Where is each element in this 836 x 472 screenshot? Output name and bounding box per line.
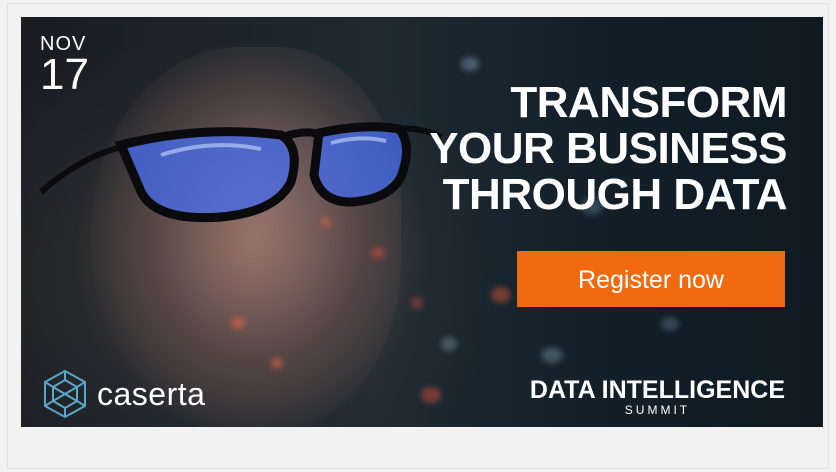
brand-name: caserta	[97, 375, 206, 412]
event-title: DATA INTELLIGENCE	[529, 376, 785, 404]
date-day: 17	[40, 50, 89, 99]
register-now-button[interactable]: Register now	[517, 251, 785, 307]
event-subtitle: SUMMIT	[624, 403, 691, 417]
headline-line-2: YOUR BUSINESS	[429, 124, 787, 173]
event-name: DATA INTELLIGENCE SUMMIT	[530, 377, 785, 417]
geodesic-sphere-icon	[44, 369, 86, 419]
headline-line-1: TRANSFORM	[510, 78, 787, 127]
event-banner[interactable]: NOV 17 TRANSFORM YOUR BUSINESS THROUGH D…	[21, 17, 823, 427]
headline: TRANSFORM YOUR BUSINESS THROUGH DATA	[357, 80, 787, 218]
event-date: NOV 17	[40, 33, 89, 99]
caserta-logo[interactable]: caserta	[39, 367, 205, 421]
headline-line-3: THROUGH DATA	[442, 170, 788, 219]
